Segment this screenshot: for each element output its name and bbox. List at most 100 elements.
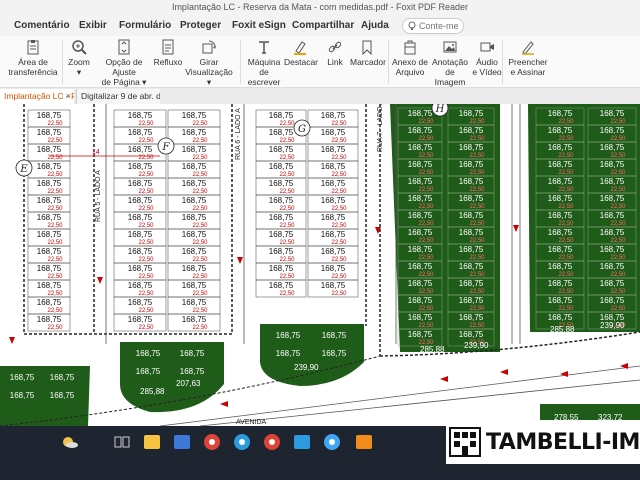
lot-area-label: 168,75 [321,128,346,137]
lot-front-label: 22,50 [47,291,63,297]
weather-icon[interactable] [60,432,80,452]
lot-front-label: 22,50 [192,223,208,229]
document-view[interactable]: 168,75 22,50 168,75 22,50 168,75 22,50 168,75 2… [0,104,640,426]
tool-label: Girar Visualização ▾ [185,57,233,87]
file-explorer-icon[interactable] [142,432,162,452]
edge-icon[interactable] [232,432,252,452]
lot-front-label: 22,50 [138,223,154,229]
lot-area-label: 168,75 [321,179,346,188]
tool-bookmark[interactable]: Marcador [350,36,386,88]
lot-area-label: 168,75 [128,196,153,205]
lot-area-label: 168,75 [37,298,62,307]
foxit-icon[interactable] [354,432,374,452]
lot-front-label: 22,50 [469,170,485,176]
watermark-text: TAMBELLI-IM [486,430,640,455]
lot-front-label: 22,50 [418,119,434,125]
window-title: Implantação LC - Reserva da Mata - com m… [171,2,469,12]
reflow-icon [162,39,174,55]
lot-area-label: 168,75 [548,160,573,169]
video-icon [480,42,494,52]
lot-area-label: 168,75 [128,179,153,188]
lot-front-label: 22,50 [279,189,295,195]
lot-area-label: 168,75 [321,145,346,154]
search-box[interactable] [402,18,464,34]
tab-implantacao[interactable]: Implantação LC - Rese... × [0,89,74,104]
lot-area-label: 168,75 [128,128,153,137]
tab-digitalizar[interactable]: Digitalizar 9 de abr. d... [76,89,160,104]
lot-area-label: 168,75 [459,160,484,169]
search-input[interactable] [419,20,461,32]
lot-front-label: 22,50 [558,170,574,176]
lot-area-label: 168,75 [600,109,625,118]
lot-front-label: 22,50 [558,119,574,125]
tool-highlight[interactable]: Destacar [284,36,318,88]
lot-area-label: 168,75 [128,264,153,273]
lot-area-label: 168,75 [459,143,484,152]
lot-area-label: 168,75 [37,281,62,290]
direction-arrow [237,257,243,264]
tool-rotate[interactable]: Girar Visualização ▾ [184,36,234,88]
lot-area-label: 168,75 [321,111,346,120]
menu-comentario[interactable]: Comentário [14,20,70,31]
lot-area-label: 168,75 [548,313,573,322]
music-icon[interactable] [292,432,312,452]
lot-area-label: 168,75 [269,179,294,188]
lot-area-label: 168,75 [321,281,346,290]
photos-icon[interactable] [322,432,342,452]
chrome-icon[interactable] [202,432,222,452]
lot-area-label: 168,75 [548,194,573,203]
lot-area-label: 168,75 [269,264,294,273]
lot-front-label: 22,50 [47,308,63,314]
tool-image-annotation[interactable]: Anotação de Imagem [430,36,470,88]
lot-area-label: 168,75 [600,262,625,271]
tool-reflow[interactable]: Refluxo [152,36,184,88]
direction-arrow [97,277,103,284]
tool-video[interactable]: Áudio e Vídeo [472,36,502,88]
lot-front-label: 22,50 [192,138,208,144]
menu-compartilhar[interactable]: Compartilhar [292,20,354,31]
lot-area-label: 168,75 [321,162,346,171]
lot-area-label: 168,75 [321,264,346,273]
menu-foxit-esign[interactable]: Foxit eSign [232,20,286,31]
lot-area-label: 168,75 [600,160,625,169]
tool-typewriter[interactable]: Máquina de escrever [242,36,286,88]
menu-ajuda[interactable]: Ajuda [361,20,389,31]
lot-area-label: 168,75 [408,262,433,271]
lot-front-label: 22,50 [418,153,434,159]
lot-area-label: 168,75 [408,160,433,169]
ribbon-toolbar: Área de transferência Zoom ▾ Opção de Ajus… [0,36,640,88]
lot-front-label: 22,50 [558,221,574,227]
calculator-icon[interactable] [172,432,192,452]
tool-label: Preencher e Assinar [508,57,548,77]
lot-area-label: 168,75 [180,367,205,376]
lot-front-label: 22,50 [279,257,295,263]
tool-clipboard[interactable]: Área de transferência [4,36,62,88]
chrome-icon[interactable] [262,432,282,452]
menu-formulario[interactable]: Formulário [119,20,171,31]
lot-front-label: 22,50 [138,308,154,314]
tool-fit-page[interactable]: Opção de Ajuste de Página ▾ [94,36,154,88]
lot-front-label: 22,50 [610,153,626,159]
lot-front-label: 22,50 [47,223,63,229]
lot-front-label: 22,50 [192,189,208,195]
menu-exibir[interactable]: Exibir [79,20,107,31]
tool-link[interactable]: Link [322,36,348,88]
direction-arrow [220,401,228,407]
menu-proteger[interactable]: Proteger [180,20,221,31]
tool-sign[interactable]: Preencher e Assinar [506,36,550,88]
lot-area-label: 168,75 [128,162,153,171]
tool-attachment[interactable]: Anexo de Arquivo [392,36,428,88]
lot-area-label: 168,75 [128,315,153,324]
lot-front-label: 22,50 [558,204,574,210]
lot-front-label: 22,50 [279,172,295,178]
task-view-icon[interactable] [112,432,132,452]
tool-zoom[interactable]: Zoom ▾ [64,36,94,88]
tool-label: Anexo de Arquivo [392,57,428,77]
lot-front-label: 22,50 [418,136,434,142]
lot-front-label: 22,50 [418,170,434,176]
close-icon[interactable]: × [66,89,71,103]
lot-front-label: 22,50 [610,306,626,312]
lot-area-label: 168,75 [182,247,207,256]
lot-area-label: 168,75 [128,145,153,154]
lot-area-label: 168,75 [182,213,207,222]
